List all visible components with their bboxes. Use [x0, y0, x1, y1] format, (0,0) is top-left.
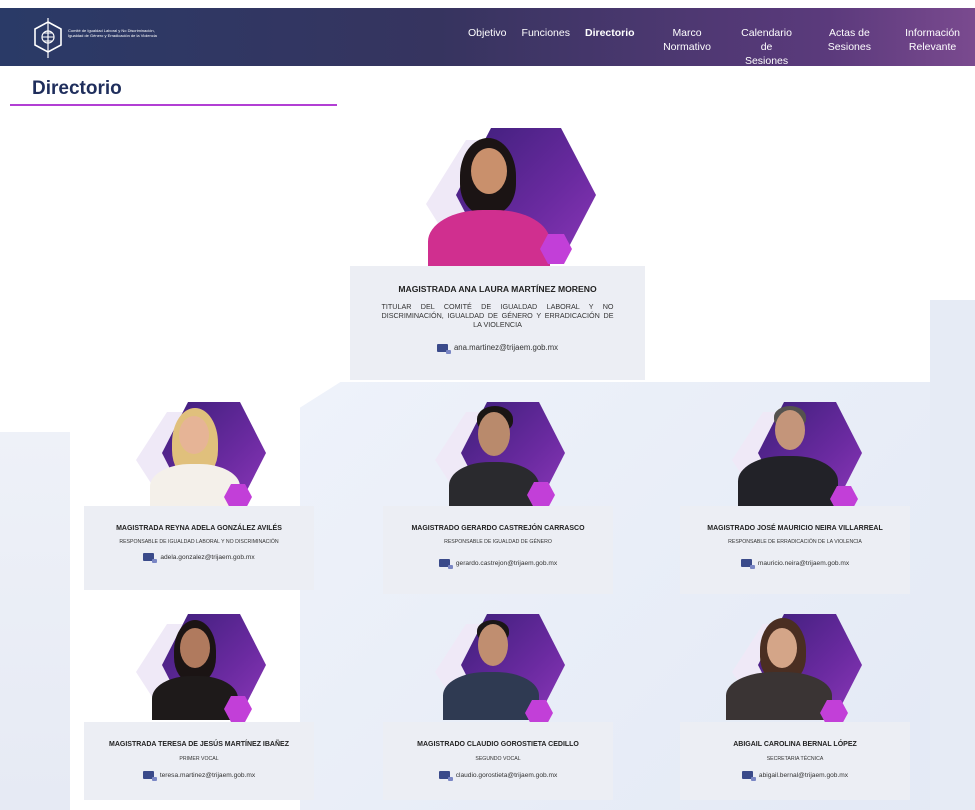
member-name: ABIGAIL CAROLINA BERNAL LÓPEZ: [733, 741, 857, 748]
nav-directorio[interactable]: Directorio: [585, 26, 635, 68]
email-icon: [438, 771, 453, 781]
nav-calendario-sesiones[interactable]: Calendario de Sesiones: [739, 26, 793, 68]
directory-card: ABIGAIL CAROLINA BERNAL LÓPEZ SECRETARIA…: [680, 612, 910, 800]
member-email-row[interactable]: abigail.bernal@trijaem.gob.mx: [680, 771, 910, 781]
background-panel-edge: [930, 300, 975, 810]
member-email-row[interactable]: teresa.martinez@trijaem.gob.mx: [84, 771, 314, 781]
member-info-box: MAGISTRADO CLAUDIO GOROSTIETA CEDILLO SE…: [383, 722, 613, 800]
nav-funciones[interactable]: Funciones: [522, 26, 570, 68]
background-panel-left: [0, 432, 70, 810]
member-role: RESPONSABLE DE IGUALDAD LABORAL Y NO DIS…: [119, 539, 279, 545]
nav-actas-sesiones[interactable]: Actas de Sesiones: [809, 26, 891, 68]
member-email-row[interactable]: gerardo.castrejon@trijaem.gob.mx: [383, 559, 613, 569]
member-info-box: ABIGAIL CAROLINA BERNAL LÓPEZ SECRETARIA…: [680, 722, 910, 800]
committee-logo-icon[interactable]: [30, 18, 66, 58]
member-name: MAGISTRADA REYNA ADELA GONZÁLEZ AVILÉS: [116, 525, 282, 532]
member-role: PRIMER VOCAL: [179, 756, 219, 762]
nav-informacion-line2: Relevante: [908, 41, 957, 53]
member-name: MAGISTRADO CLAUDIO GOROSTIETA CEDILLO: [417, 741, 579, 748]
nav-informacion-relevante[interactable]: Información Relevante: [905, 26, 960, 68]
member-role: RESPONSABLE DE ERRADICACIÓN DE LA VIOLEN…: [728, 539, 862, 545]
member-role: TITULAR DEL COMITÉ DE IGUALDAD LABORAL Y…: [381, 302, 614, 329]
member-info-box: MAGISTRADO GERARDO CASTREJÓN CARRASCO RE…: [383, 506, 613, 594]
member-email-row[interactable]: ana.martinez@trijaem.gob.mx: [350, 343, 645, 354]
email-icon: [143, 553, 158, 563]
page-title: Directorio: [32, 78, 122, 99]
top-navigation-bar: Comité de Igualdad Laboral y No Discrimi…: [0, 8, 975, 68]
member-name: MAGISTRADO JOSÉ MAURICIO NEIRA VILLARREA…: [707, 525, 883, 532]
member-email-row[interactable]: mauricio.neira@trijaem.gob.mx: [680, 559, 910, 569]
directory-card: MAGISTRADO GERARDO CASTREJÓN CARRASCO RE…: [383, 400, 613, 594]
member-info-box: MAGISTRADA TERESA DE JESÚS MARTÍNEZ IBAÑ…: [84, 722, 314, 800]
nav-calendario-line1: Calendario: [741, 27, 792, 39]
directory-card-titular: MAGISTRADA ANA LAURA MARTÍNEZ MORENO TIT…: [350, 126, 645, 380]
member-role: SECRETARIA TÉCNICA: [766, 756, 824, 762]
member-email-row[interactable]: claudio.gorostieta@trijaem.gob.mx: [383, 771, 613, 781]
directory-card: MAGISTRADO CLAUDIO GOROSTIETA CEDILLO SE…: [383, 612, 613, 800]
member-email[interactable]: abigail.bernal@trijaem.gob.mx: [759, 772, 848, 779]
email-icon: [438, 559, 453, 569]
member-email[interactable]: ana.martinez@trijaem.gob.mx: [454, 343, 558, 352]
email-icon: [436, 343, 451, 354]
member-info-box: MAGISTRADA REYNA ADELA GONZÁLEZ AVILÉS R…: [84, 506, 314, 590]
member-role: SEGUNDO VOCAL: [475, 756, 521, 762]
email-icon: [741, 771, 756, 781]
nav-calendario-line2: de Sesiones: [744, 41, 789, 67]
member-email[interactable]: mauricio.neira@trijaem.gob.mx: [758, 560, 849, 567]
email-icon: [740, 559, 755, 569]
email-icon: [142, 771, 157, 781]
member-email[interactable]: claudio.gorostieta@trijaem.gob.mx: [456, 772, 558, 779]
directory-card: MAGISTRADA TERESA DE JESÚS MARTÍNEZ IBAÑ…: [84, 612, 314, 800]
nav-objetivo[interactable]: Objetivo: [468, 26, 507, 68]
member-email[interactable]: adela.gonzalez@trijaem.gob.mx: [160, 554, 254, 561]
nav-marco-normativo[interactable]: Marco Normativo: [650, 26, 725, 68]
logo-text: Comité de Igualdad Laboral y No Discrimi…: [68, 28, 157, 38]
main-nav: Objetivo Funciones Directorio Marco Norm…: [468, 26, 975, 68]
member-name: MAGISTRADA TERESA DE JESÚS MARTÍNEZ IBAÑ…: [109, 741, 289, 748]
member-email[interactable]: teresa.martinez@trijaem.gob.mx: [160, 772, 255, 779]
member-info-box: MAGISTRADO JOSÉ MAURICIO NEIRA VILLARREA…: [680, 506, 910, 594]
member-name: MAGISTRADO GERARDO CASTREJÓN CARRASCO: [411, 525, 585, 532]
directory-card: MAGISTRADA REYNA ADELA GONZÁLEZ AVILÉS R…: [84, 400, 314, 590]
title-underline: [10, 104, 337, 106]
nav-informacion-line1: Información: [905, 27, 960, 39]
member-role: RESPONSABLE DE IGUALDAD DE GÉNERO: [444, 539, 552, 545]
member-info-box: MAGISTRADA ANA LAURA MARTÍNEZ MORENO TIT…: [350, 266, 645, 380]
member-email[interactable]: gerardo.castrejon@trijaem.gob.mx: [456, 560, 557, 567]
member-email-row[interactable]: adela.gonzalez@trijaem.gob.mx: [84, 553, 314, 563]
member-name: MAGISTRADA ANA LAURA MARTÍNEZ MORENO: [398, 284, 597, 294]
directory-card: MAGISTRADO JOSÉ MAURICIO NEIRA VILLARREA…: [680, 400, 910, 594]
